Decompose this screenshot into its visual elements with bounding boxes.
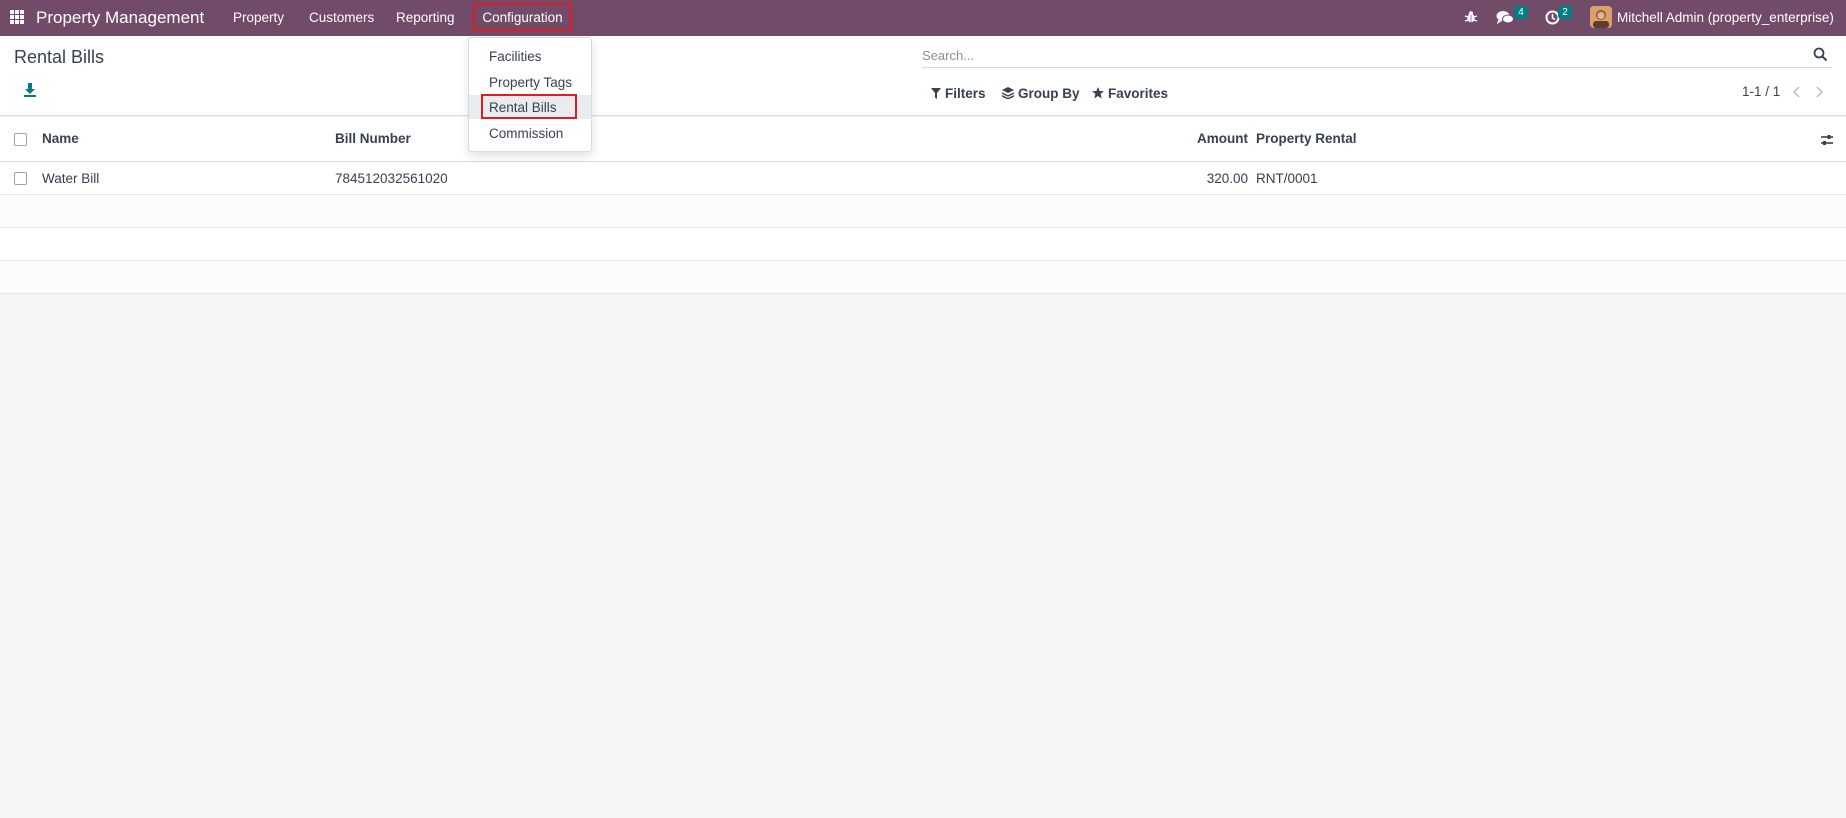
favorites-label: Favorites <box>1108 85 1169 101</box>
filters-button[interactable]: Filters <box>931 84 986 102</box>
empty-row <box>0 261 1846 294</box>
menu-configuration[interactable]: Configuration <box>473 3 572 31</box>
empty-row <box>0 228 1846 261</box>
group-by-label: Group By <box>1018 85 1080 101</box>
column-amount[interactable]: Amount <box>1197 131 1248 146</box>
menu-customers[interactable]: Customers <box>309 10 374 25</box>
table-row[interactable]: Water Bill 784512032561020 320.00 RNT/00… <box>0 162 1846 195</box>
list-header: Name Bill Number Amount Property Rental <box>0 117 1846 162</box>
chevron-right-icon[interactable] <box>1812 85 1826 99</box>
search-input[interactable] <box>922 44 1782 66</box>
app-name[interactable]: Property Management <box>36 8 204 28</box>
cell-bill-number: 784512032561020 <box>335 171 448 186</box>
page-title[interactable]: Rental Bills <box>14 47 104 68</box>
avatar[interactable] <box>1590 6 1612 28</box>
menu-property[interactable]: Property <box>233 10 284 25</box>
sliders-icon[interactable] <box>1820 133 1834 147</box>
control-panel: Rental Bills Filters Group By Favorites … <box>0 36 1846 116</box>
group-by-button[interactable]: Group By <box>1002 84 1080 102</box>
search-bar <box>922 42 1832 68</box>
filter-icon <box>931 87 941 99</box>
chevron-left-icon[interactable] <box>1790 85 1804 99</box>
main-navbar: Property Management Property Customers R… <box>0 0 1846 36</box>
chat-badge: 4 <box>1514 6 1528 19</box>
pager-value[interactable]: 1-1 / 1 <box>1742 84 1780 99</box>
search-icon[interactable] <box>1813 47 1828 62</box>
column-bill-number[interactable]: Bill Number <box>335 131 411 146</box>
cell-amount: 320.00 <box>1206 171 1248 186</box>
activity-badge: 2 <box>1558 6 1572 19</box>
bug-icon[interactable] <box>1464 10 1478 24</box>
menu-item-facilities[interactable]: Facilities <box>469 44 591 68</box>
layers-icon <box>1002 87 1014 99</box>
user-menu[interactable]: Mitchell Admin (property_enterprise) <box>1617 10 1834 25</box>
menu-item-property-tags[interactable]: Property Tags <box>469 70 591 94</box>
select-all-checkbox[interactable] <box>14 133 27 146</box>
list-view: Name Bill Number Amount Property Rental … <box>0 117 1846 294</box>
apps-grid-icon[interactable] <box>10 10 24 24</box>
configuration-dropdown: Facilities Property Tags Rental Bills Co… <box>468 37 592 152</box>
column-name[interactable]: Name <box>42 131 79 146</box>
filters-label: Filters <box>945 85 986 101</box>
empty-row <box>0 195 1846 228</box>
cell-name: Water Bill <box>42 171 100 186</box>
star-icon <box>1092 87 1104 99</box>
menu-configuration-label: Configuration <box>482 9 563 25</box>
menu-item-rental-bills[interactable]: Rental Bills <box>469 95 591 119</box>
favorites-button[interactable]: Favorites <box>1092 84 1168 102</box>
cell-property-rental: RNT/0001 <box>1256 171 1318 186</box>
chat-icon[interactable] <box>1496 10 1514 25</box>
download-icon[interactable] <box>22 82 38 98</box>
row-checkbox[interactable] <box>14 172 27 185</box>
menu-reporting[interactable]: Reporting <box>396 10 455 25</box>
menu-item-commission[interactable]: Commission <box>469 121 591 145</box>
column-property-rental[interactable]: Property Rental <box>1256 131 1357 146</box>
